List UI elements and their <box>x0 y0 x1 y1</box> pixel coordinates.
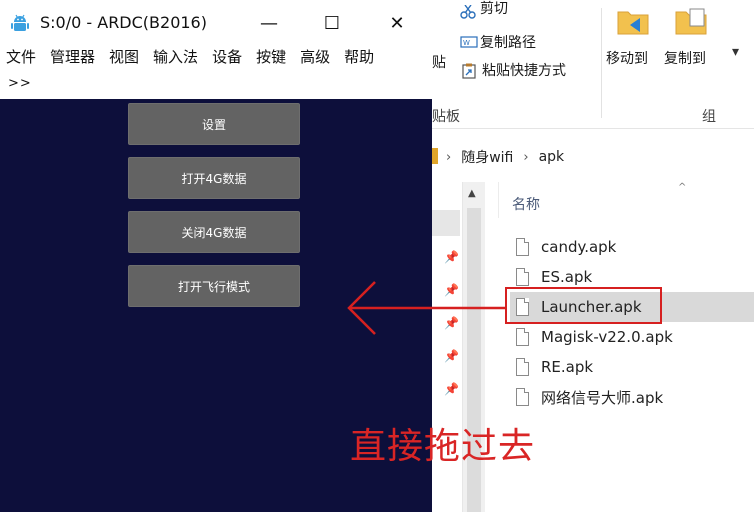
file-icon <box>516 238 529 256</box>
column-divider <box>498 182 499 218</box>
column-header-name[interactable]: 名称 <box>512 194 540 214</box>
file-row-network-signal[interactable]: 网络信号大师.apk <box>510 382 754 412</box>
menu-view[interactable]: 视图 <box>102 46 146 72</box>
sort-ascending-icon: ^ <box>678 182 687 193</box>
paste-shortcut-button[interactable]: 粘贴快捷方式 <box>462 60 566 80</box>
enable-4g-data-button[interactable]: 打开4G数据 <box>128 157 300 199</box>
menu-advanced[interactable]: 高级 <box>293 46 337 72</box>
scroll-up-icon[interactable]: ▲ <box>468 188 476 199</box>
drag-arrow <box>347 281 505 335</box>
copy-path-icon: W <box>460 35 478 49</box>
breadcrumb-item[interactable]: 随身wifi <box>461 147 513 167</box>
maximize-button[interactable]: ☐ <box>320 12 344 34</box>
paste-shortcut-icon <box>462 63 478 79</box>
minimize-button[interactable]: — <box>257 12 281 34</box>
cut-label: 剪切 <box>480 1 508 17</box>
dropdown-arrow-icon[interactable]: ▾ <box>732 44 739 60</box>
settings-button[interactable]: 设置 <box>128 103 300 145</box>
file-name: candy.apk <box>541 238 617 256</box>
copy-path-label: 复制路径 <box>480 35 536 51</box>
file-row-re[interactable]: RE.apk <box>510 352 754 382</box>
clipboard-group-label: 贴板 <box>432 109 460 125</box>
breadcrumb-item[interactable]: apk <box>539 149 565 165</box>
pin-icon[interactable]: 📌 <box>444 349 459 363</box>
copy-path-button[interactable]: W 复制路径 <box>460 32 536 52</box>
file-icon <box>516 388 529 406</box>
cut-button[interactable]: 剪切 <box>460 1 508 22</box>
menu-keys[interactable]: 按键 <box>249 46 293 72</box>
move-to-button[interactable]: 移动到 <box>606 6 662 70</box>
annotation-text: 直接拖过去 <box>350 426 536 467</box>
window-title: S:0/0 - ARDC(B2016) <box>40 13 207 32</box>
ribbon-separator <box>601 8 602 118</box>
organize-group-label: 组 <box>702 109 716 125</box>
svg-text:W: W <box>463 39 470 47</box>
file-name: Magisk-v22.0.apk <box>541 328 673 346</box>
file-name: 网络信号大师.apk <box>541 388 664 407</box>
file-row-magisk[interactable]: Magisk-v22.0.apk <box>510 322 754 352</box>
paste-shortcut-label: 粘贴快捷方式 <box>482 63 566 79</box>
disable-4g-data-button[interactable]: 关闭4G数据 <box>128 211 300 253</box>
ardc-chrome: S:0/0 - ARDC(B2016) — ☐ ✕ 文件 管理器 视图 输入法 … <box>0 0 432 99</box>
menu-device[interactable]: 设备 <box>205 46 249 72</box>
scissors-icon <box>460 4 476 19</box>
breadcrumb-chevron-icon: › <box>523 149 529 165</box>
breadcrumb-chevron-icon: › <box>446 149 452 165</box>
file-row-candy[interactable]: candy.apk <box>510 232 754 262</box>
close-button[interactable]: ✕ <box>385 12 409 34</box>
move-to-label: 移动到 <box>606 51 648 67</box>
enable-airplane-mode-button[interactable]: 打开飞行模式 <box>128 265 300 307</box>
file-icon <box>516 328 529 346</box>
menu-input-method[interactable]: 输入法 <box>146 46 205 72</box>
file-icon <box>516 358 529 376</box>
move-to-folder-icon <box>616 6 650 40</box>
android-icon <box>10 13 30 37</box>
menu-bar: 文件 管理器 视图 输入法 设备 按键 高级 帮助 <box>0 46 432 72</box>
toolbar-overflow-button[interactable]: >> <box>8 76 32 91</box>
pin-icon[interactable]: 📌 <box>444 250 459 264</box>
menu-file[interactable]: 文件 <box>0 46 43 72</box>
title-bar[interactable]: S:0/0 - ARDC(B2016) — ☐ ✕ <box>0 0 432 44</box>
menu-manager[interactable]: 管理器 <box>43 46 102 72</box>
file-name: ES.apk <box>541 268 593 286</box>
copy-to-button[interactable]: 复制到 <box>662 6 722 70</box>
file-name: RE.apk <box>541 358 594 376</box>
paste-label-partial[interactable]: 贴 <box>432 52 446 72</box>
pin-icon[interactable]: 📌 <box>444 382 459 396</box>
highlight-box <box>505 287 662 324</box>
nav-selected-item[interactable] <box>432 210 460 236</box>
breadcrumb: › 随身wifi › apk <box>432 142 754 172</box>
ribbon: 剪切 W 复制路径 粘贴快捷方式 贴 贴板 移动到 复制到 ▾ 组 <box>432 0 754 129</box>
copy-to-folder-icon <box>674 6 708 40</box>
menu-help[interactable]: 帮助 <box>337 46 381 72</box>
copy-to-label: 复制到 <box>664 51 706 67</box>
file-icon <box>516 268 529 286</box>
